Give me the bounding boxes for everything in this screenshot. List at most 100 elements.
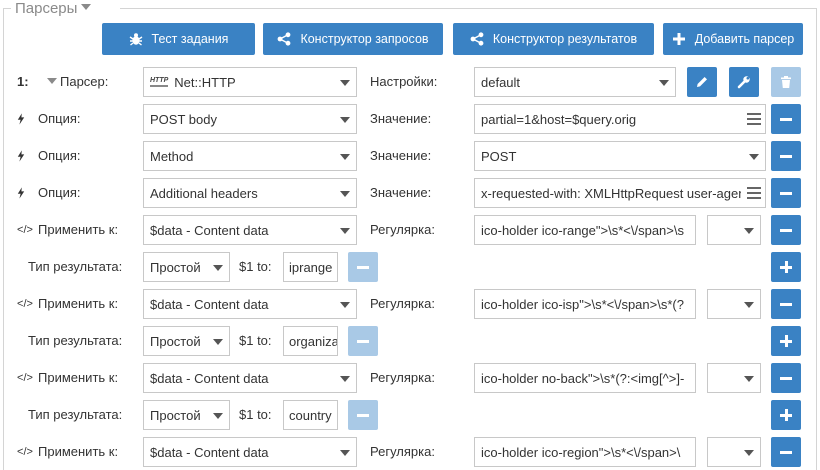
apply-source-select[interactable]: $data - Content data (143, 215, 357, 245)
regex-input[interactable]: ico-holder ico-isp">\s*<\/span>\s*(? (474, 289, 696, 319)
regex-input[interactable]: ico-holder ico-range">\s*<\/span>\s (474, 215, 696, 245)
chevron-down-icon (749, 154, 759, 160)
chevron-down-icon (213, 339, 223, 345)
add-result-button[interactable] (771, 252, 801, 282)
regex-flags-select[interactable] (707, 215, 761, 245)
edit-settings-button[interactable] (687, 67, 717, 97)
remove-option-button[interactable] (771, 178, 801, 208)
option-value-input[interactable]: partial=1&host=$query.orig (474, 104, 766, 134)
option-select[interactable]: Method (143, 141, 357, 171)
frame-border (120, 8, 817, 9)
remove-option-button[interactable] (771, 104, 801, 134)
remove-result-button[interactable] (348, 252, 378, 282)
apply-source: $data - Content data (150, 444, 269, 460)
apply-source-select[interactable]: $data - Content data (143, 289, 357, 319)
regex-label: Регулярка: (370, 222, 435, 237)
menu-icon[interactable] (747, 113, 761, 125)
option-value-input[interactable]: x-requested-with: XMLHttpRequest user-ag… (474, 178, 766, 208)
parser-label: Парсер: (60, 74, 109, 89)
chevron-down-icon (340, 228, 350, 234)
regex-value: ico-holder no-back">\s*(?:<img[^>]- (481, 370, 685, 386)
remove-apply-button[interactable] (771, 363, 801, 393)
query-builder-label: Конструктор запросов (300, 32, 429, 46)
chevron-down-icon (744, 376, 754, 382)
chevron-down-icon (744, 228, 754, 234)
result-to-value: country (289, 407, 332, 423)
query-builder-button[interactable]: Конструктор запросов (263, 23, 443, 55)
regex-value: ico-holder ico-isp">\s*<\/span>\s*(? (481, 296, 684, 312)
option-value: Additional headers (150, 185, 258, 201)
result-to-input[interactable]: organization (283, 326, 338, 356)
parser-index: 1: (17, 74, 29, 89)
parser-select[interactable]: HTTP Net::HTTP (143, 67, 357, 97)
chevron-down-icon (744, 450, 754, 456)
regex-input[interactable]: ico-holder ico-region">\s*<\/span>\ (474, 437, 696, 467)
remove-apply-button[interactable] (771, 437, 801, 467)
share-icon (470, 32, 484, 46)
remove-result-button[interactable] (348, 400, 378, 430)
settings-select[interactable]: default (474, 67, 676, 97)
result-type-label: Тип результата: (28, 333, 123, 348)
parsers-legend-toggle[interactable]: Парсеры (12, 0, 95, 18)
result-to-input[interactable]: iprange (283, 252, 338, 282)
regex-flags-select[interactable] (707, 437, 761, 467)
frame-border (816, 8, 817, 470)
add-parser-button[interactable]: Добавить парсер (663, 23, 803, 55)
result-to-value: organization (289, 333, 337, 349)
test-task-button[interactable]: Тест задания (102, 23, 255, 55)
result-type-select[interactable]: Простой (143, 326, 230, 356)
chevron-down-icon (744, 302, 754, 308)
bolt-icon (14, 104, 28, 134)
apply-label: Применить к: (38, 296, 119, 311)
result-type-label: Тип результата: (28, 259, 123, 274)
menu-icon[interactable] (747, 187, 761, 199)
result-builder-label: Конструктор результатов (492, 32, 638, 46)
share-icon (277, 32, 291, 46)
remove-apply-button[interactable] (771, 215, 801, 245)
code-icon: </> (17, 372, 33, 384)
result-to-label: $1 to: (239, 333, 272, 348)
add-parser-label: Добавить парсер (694, 32, 795, 46)
wrench-icon (737, 76, 750, 89)
regex-flags-select[interactable] (707, 289, 761, 319)
parsers-panel: Парсеры Тест задания Конструктор запросо… (0, 0, 820, 470)
option-value: POST body (150, 111, 217, 127)
result-type-select[interactable]: Простой (143, 400, 230, 430)
apply-source-select[interactable]: $data - Content data (143, 363, 357, 393)
result-to-label: $1 to: (239, 259, 272, 274)
option-value-text: x-requested-with: XMLHttpRequest user-ag… (481, 185, 741, 201)
configure-settings-button[interactable] (729, 67, 759, 97)
code-icon: </> (17, 224, 33, 236)
regex-input[interactable]: ico-holder no-back">\s*(?:<img[^>]- (474, 363, 696, 393)
bolt-icon (14, 141, 28, 171)
chevron-down-icon (659, 80, 669, 86)
settings-label: Настройки: (370, 74, 438, 89)
add-result-button[interactable] (771, 400, 801, 430)
result-to-input[interactable]: country (283, 400, 338, 430)
value-label: Значение: (370, 111, 432, 126)
result-builder-button[interactable]: Конструктор результатов (453, 23, 654, 55)
trash-icon (781, 76, 791, 88)
frame-border (3, 8, 11, 9)
apply-source-select[interactable]: $data - Content data (143, 437, 357, 467)
remove-apply-button[interactable] (771, 289, 801, 319)
option-select[interactable]: POST body (143, 104, 357, 134)
option-value-select[interactable]: POST (474, 141, 766, 171)
caret-down-icon[interactable] (47, 78, 57, 84)
remove-result-button[interactable] (348, 326, 378, 356)
value-label: Значение: (370, 185, 432, 200)
plus-icon (672, 32, 686, 46)
settings-value: default (481, 74, 521, 90)
apply-source: $data - Content data (150, 296, 269, 312)
apply-source: $data - Content data (150, 370, 269, 386)
option-select[interactable]: Additional headers (143, 178, 357, 208)
remove-option-button[interactable] (771, 141, 801, 171)
add-result-button[interactable] (771, 326, 801, 356)
apply-label: Применить к: (38, 222, 119, 237)
option-value-text: POST (481, 148, 517, 164)
delete-parser-button[interactable] (771, 67, 801, 97)
http-icon: HTTP (150, 77, 169, 87)
regex-flags-select[interactable] (707, 363, 761, 393)
chevron-down-icon (340, 191, 350, 197)
result-type-select[interactable]: Простой (143, 252, 230, 282)
